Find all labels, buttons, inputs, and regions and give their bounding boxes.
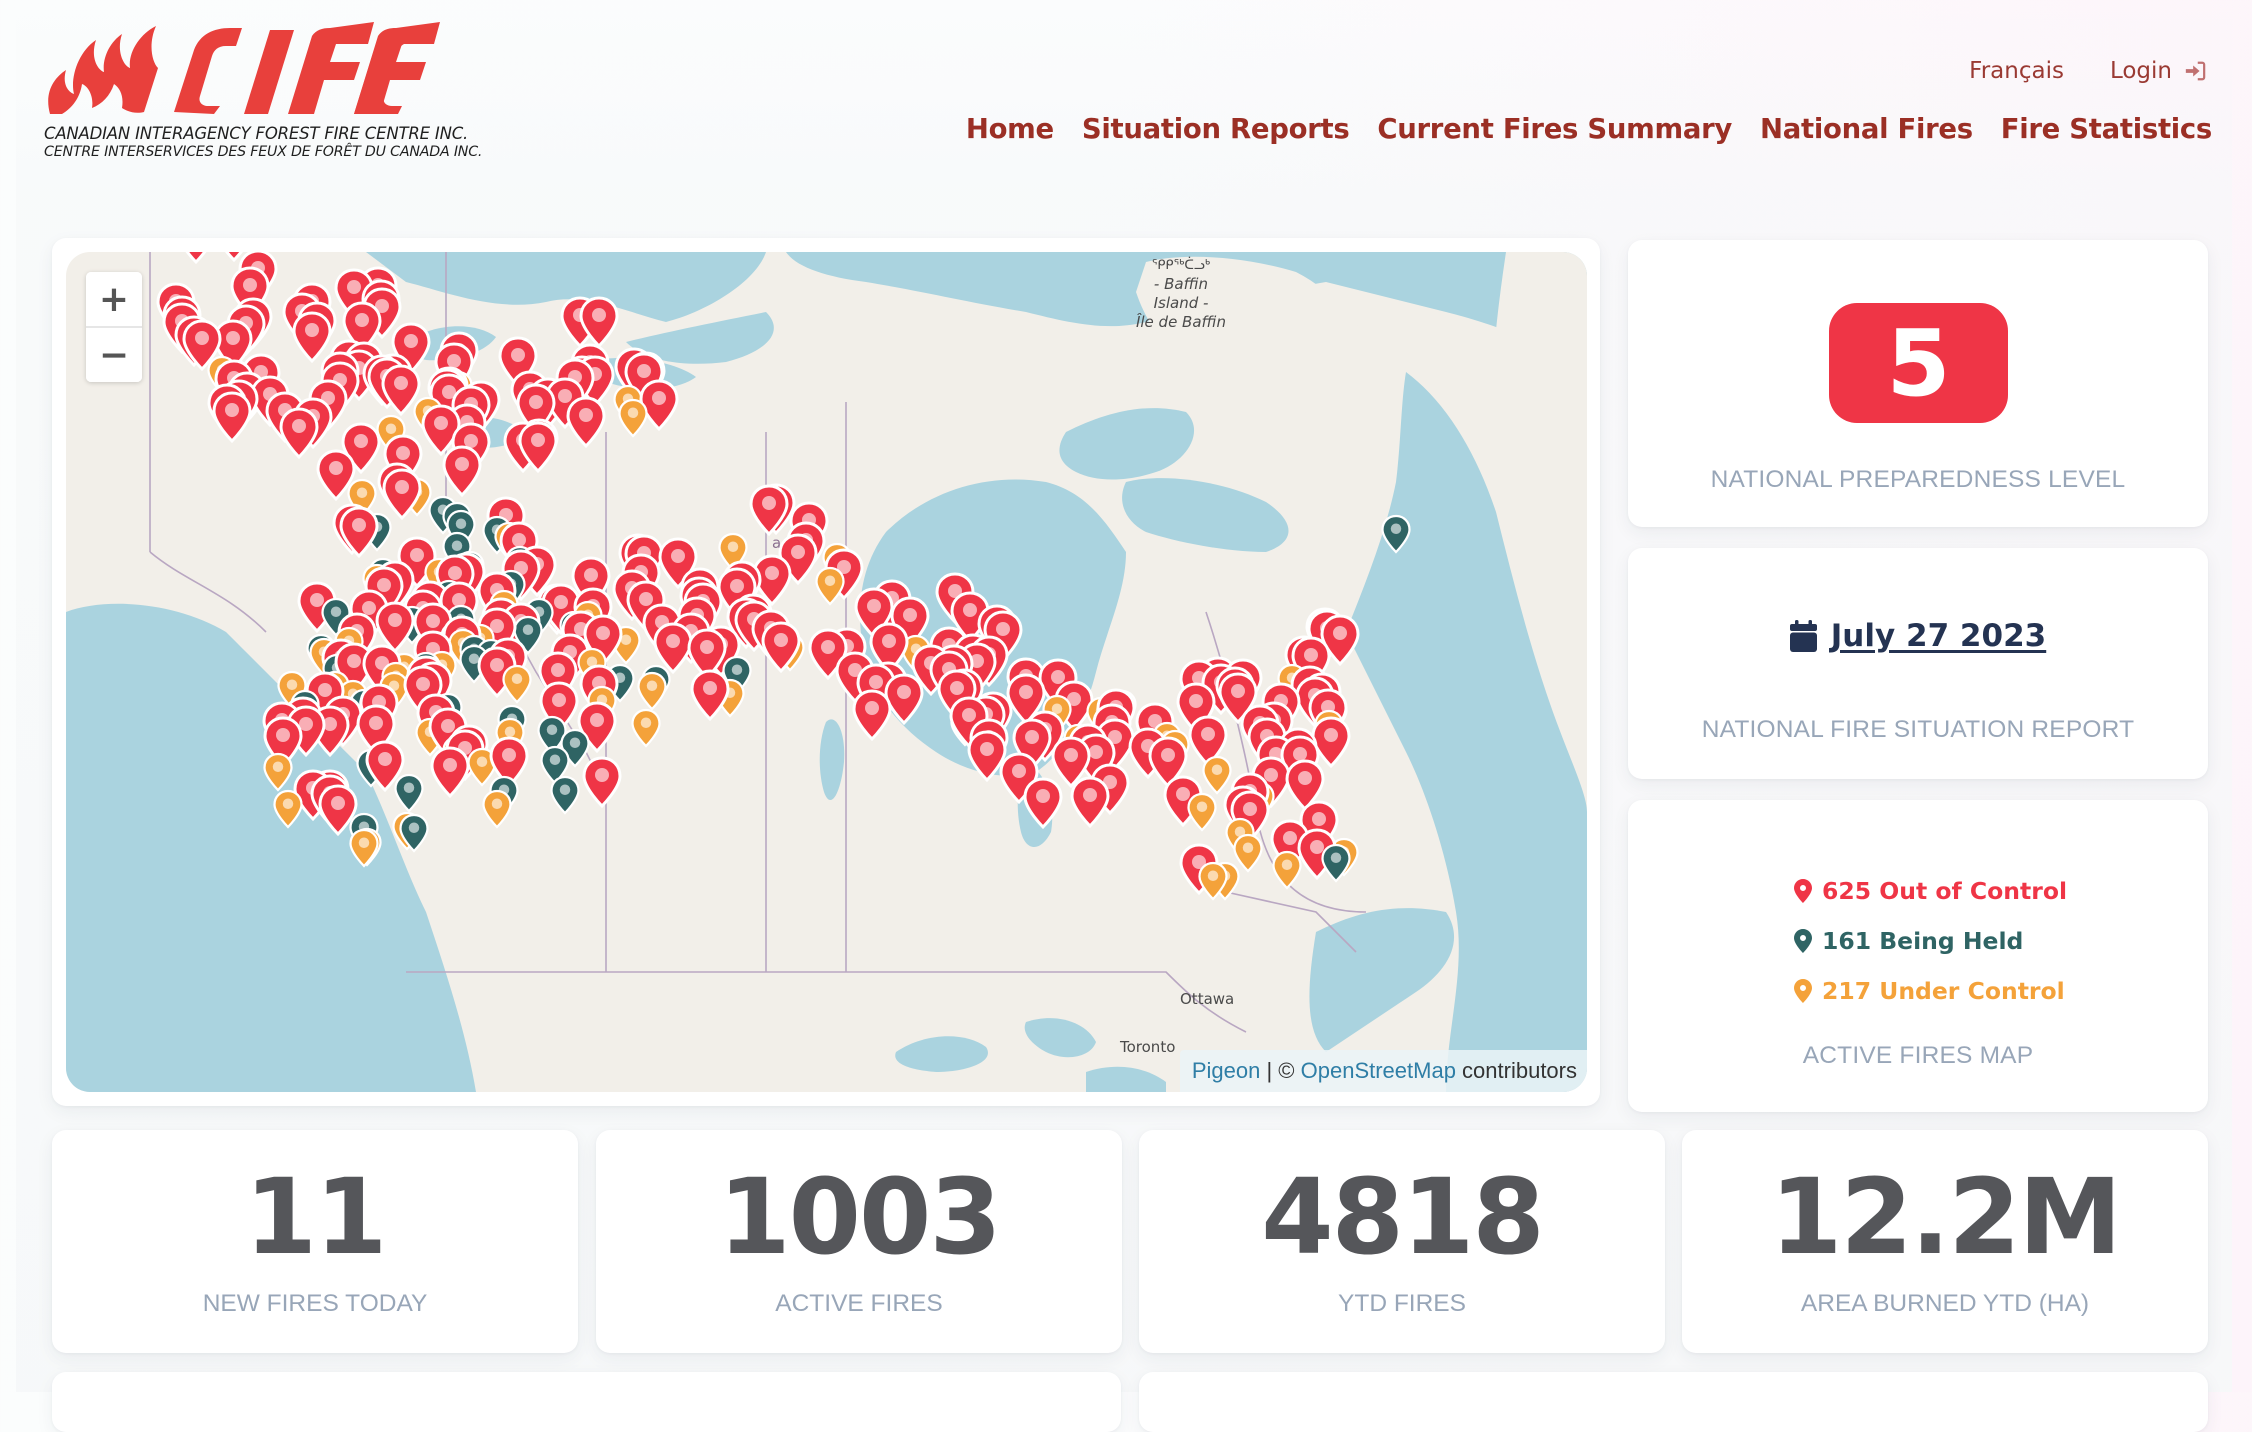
nav-fire-statistics[interactable]: Fire Statistics [2001, 113, 2213, 145]
fire-marker-out-of-control[interactable] [518, 421, 558, 478]
fire-marker-out-of-control[interactable] [566, 396, 606, 453]
fire-marker-out-of-control[interactable] [582, 756, 622, 813]
nav-national-fires[interactable]: National Fires [1760, 113, 1973, 145]
active-fires-map[interactable]: ᕿᑭᖅᑖᓗᒃ - Baffin Island - Île de Baffin a… [66, 252, 1587, 1092]
active-fires-summary-card: 625 Out of Control 161 Being Held 217 Un… [1628, 800, 2208, 1112]
fire-marker-out-of-control[interactable] [761, 621, 801, 678]
status-under-control-text: 217 Under Control [1822, 977, 2065, 1005]
attribution-separator: | © [1260, 1058, 1301, 1083]
fire-marker-under-control[interactable] [1198, 861, 1228, 906]
fire-markers-layer [66, 252, 1587, 1092]
fire-marker-out-of-control[interactable] [1070, 776, 1110, 833]
logo-name-fr: CENTRE INTERSERVICES DES FEUX DE FORÊT D… [44, 144, 483, 160]
login-label: Login [2109, 58, 2172, 84]
fire-marker-out-of-control[interactable] [852, 689, 892, 746]
situation-report-caption: NATIONAL FIRE SITUATION REPORT [1701, 716, 2135, 743]
status-being-held[interactable]: 161 Being Held [1794, 916, 2067, 966]
login-link[interactable]: Login [2110, 58, 2206, 84]
fire-marker-under-control[interactable] [481, 789, 512, 834]
fire-marker-out-of-control[interactable] [430, 746, 470, 803]
stat-label: ACTIVE FIRES [775, 1290, 943, 1317]
fire-marker-under-control[interactable] [631, 708, 661, 753]
sign-in-icon [2185, 61, 2206, 81]
next-row-card-right [1139, 1372, 2208, 1432]
pigeon-link[interactable]: Pigeon [1192, 1058, 1261, 1083]
nav-situation-reports[interactable]: Situation Reports [1082, 113, 1350, 145]
stat-label: AREA BURNED YTD (HA) [1800, 1290, 2090, 1317]
openstreetmap-link[interactable]: OpenStreetMap [1301, 1058, 1456, 1083]
stat-ytd-fires: 4818 YTD FIRES [1139, 1130, 1665, 1353]
situation-report-card: July 27 2023 NATIONAL FIRE SITUATION REP… [1628, 548, 2208, 779]
active-fires-map-card: ᕿᑭᖅᑖᓗᒃ - Baffin Island - Île de Baffin a… [52, 238, 1600, 1106]
situation-report-link[interactable]: July 27 2023 [1628, 618, 2208, 654]
stat-value: 11 [244, 1156, 388, 1278]
stat-value: 4818 [1261, 1156, 1544, 1278]
fire-marker-out-of-control[interactable] [212, 391, 252, 448]
stat-area-burned-ytd: 12.2M AREA BURNED YTD (HA) [1682, 1130, 2208, 1353]
status-out-of-control-text: 625 Out of Control [1822, 877, 2068, 905]
map-marker-icon [1794, 879, 1812, 903]
fire-marker-out-of-control[interactable] [339, 506, 379, 563]
language-toggle-link[interactable]: Français [1969, 58, 2064, 84]
calendar-icon [1789, 620, 1817, 652]
fire-marker-under-control[interactable] [1272, 850, 1302, 895]
status-under-control[interactable]: 217 Under Control [1794, 966, 2067, 1016]
fire-marker-out-of-control[interactable] [1023, 777, 1063, 834]
stat-new-fires-today: 11 NEW FIRES TODAY [52, 1130, 578, 1353]
fire-marker-under-control[interactable] [273, 789, 303, 834]
flame-logo-icon [48, 22, 440, 114]
fire-marker-being-held[interactable] [550, 775, 580, 820]
map-marker-icon [1794, 929, 1812, 953]
fire-marker-out-of-control[interactable] [176, 252, 216, 269]
fire-marker-under-control[interactable] [618, 398, 648, 443]
fire-marker-being-held[interactable] [1321, 843, 1351, 888]
fire-marker-being-held[interactable] [1381, 514, 1411, 559]
ciffc-logo[interactable]: CANADIAN INTERAGENCY FOREST FIRE CENTRE … [44, 22, 482, 162]
stat-label: NEW FIRES TODAY [202, 1290, 428, 1317]
preparedness-level-caption: NATIONAL PREPAREDNESS LEVEL [1710, 466, 2126, 493]
fire-marker-under-control[interactable] [814, 566, 845, 611]
fire-marker-under-control[interactable] [502, 664, 532, 709]
preparedness-level-badge: 5 [1829, 303, 2008, 423]
situation-report-date: July 27 2023 [1830, 618, 2047, 654]
active-fires-map-caption: ACTIVE FIRES MAP [1802, 1042, 2034, 1069]
main-nav: Home Situation Reports Current Fires Sum… [966, 113, 2212, 145]
preparedness-level-card: 5 NATIONAL PREPAREDNESS LEVEL [1628, 240, 2208, 527]
status-being-held-text: 161 Being Held [1822, 927, 2024, 955]
stat-value: 12.2M [1769, 1156, 2122, 1278]
next-row-card-left [52, 1372, 1121, 1432]
fire-marker-under-control[interactable] [349, 828, 379, 873]
map-marker-icon [1794, 979, 1812, 1003]
nav-current-fires-summary[interactable]: Current Fires Summary [1377, 113, 1732, 145]
attribution-contributors: contributors [1455, 1058, 1577, 1083]
zoom-in-button[interactable]: + [86, 272, 142, 326]
logo-name-en: CANADIAN INTERAGENCY FOREST FIRE CENTRE … [44, 124, 469, 143]
fire-marker-being-held[interactable] [399, 813, 429, 858]
stat-active-fires: 1003 ACTIVE FIRES [596, 1130, 1122, 1353]
map-attribution: Pigeon | © OpenStreetMap contributors [1179, 1050, 1587, 1092]
nav-home[interactable]: Home [966, 113, 1054, 145]
stat-value: 1003 [718, 1156, 1001, 1278]
fire-marker-out-of-control[interactable] [279, 407, 319, 464]
fire-marker-out-of-control[interactable] [442, 445, 482, 502]
fire-marker-under-control[interactable] [1187, 792, 1217, 837]
utility-nav: Français Login [1969, 58, 2206, 84]
stat-label: YTD FIRES [1338, 1290, 1466, 1317]
map-zoom-control: + − [86, 272, 142, 382]
status-out-of-control[interactable]: 625 Out of Control [1794, 866, 2067, 916]
fire-marker-out-of-control[interactable] [690, 669, 730, 726]
zoom-out-button[interactable]: − [86, 326, 142, 382]
fire-status-list: 625 Out of Control 161 Being Held 217 Un… [1794, 866, 2067, 1016]
